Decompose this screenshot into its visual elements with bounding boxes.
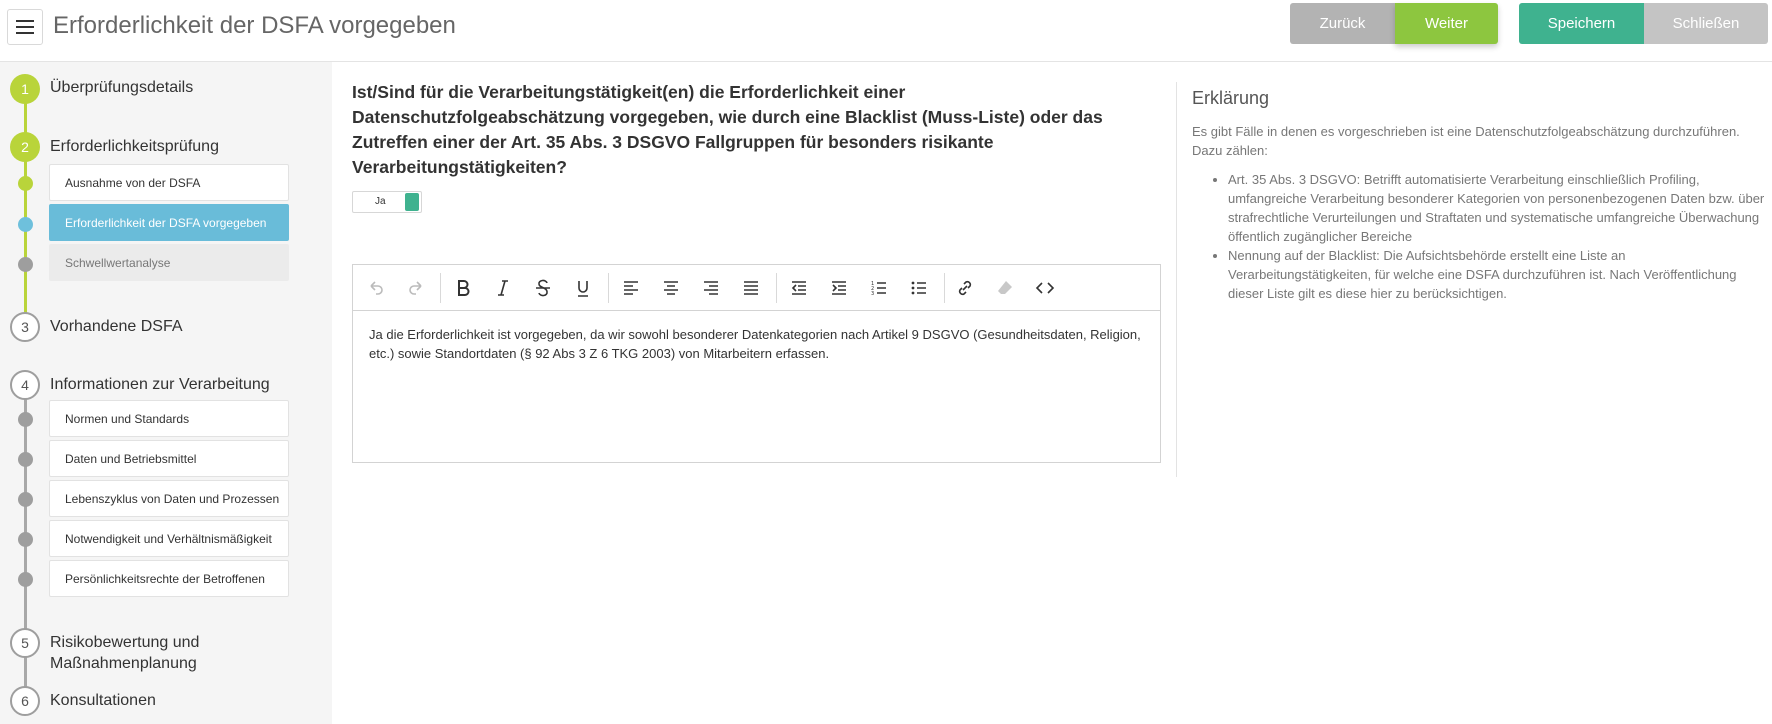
substep-dot [18,492,33,507]
hamburger-menu-button[interactable] [7,9,43,45]
step-6-number: 6 [10,686,40,716]
panel-divider [1176,82,1177,477]
substep-dot [18,257,33,272]
header-bar: Erforderlichkeit der DSFA vorgegeben Zur… [0,0,1772,62]
toolbar-separator [776,273,777,303]
align-center-button[interactable] [656,273,686,303]
step-4-number: 4 [10,370,40,400]
link-button[interactable] [950,273,980,303]
toolbar-separator [440,273,441,303]
bullet-list-button[interactable] [904,273,934,303]
back-button[interactable]: Zurück [1290,3,1395,44]
strikethrough-icon [536,279,550,297]
align-left-icon [624,281,638,295]
substep-dot [18,176,33,191]
step-2-label[interactable]: Erforderlichkeitsprüfung [50,138,219,156]
toolbar-separator [608,273,609,303]
yes-no-toggle[interactable]: Ja [352,191,422,213]
toolbar-separator [944,273,945,303]
explanation-item: Nennung auf der Blacklist: Die Aufsichts… [1228,246,1765,303]
underline-button[interactable] [568,273,598,303]
explanation-list: Art. 35 Abs. 3 DSGVO: Betrifft automatis… [1210,170,1765,303]
question-text: Ist/Sind für die Verarbeitungstätigkeit(… [352,82,1103,177]
substep-dot [18,412,33,427]
toggle-knob[interactable] [405,193,419,211]
justify-button[interactable] [736,273,766,303]
link-icon [958,280,972,296]
save-button[interactable]: Speichern [1519,3,1644,44]
ordered-list-icon: 123 [871,281,886,297]
redo-icon [409,281,422,295]
outdent-button[interactable] [784,273,814,303]
step-1-label[interactable]: Überprüfungsdetails [50,79,193,97]
page-title: Erforderlichkeit der DSFA vorgegeben [53,12,456,39]
substep-notwendigkeit[interactable]: Notwendigkeit und Verhältnismäßigkeit [49,520,289,557]
substep-dot [18,532,33,547]
hamburger-icon [16,20,34,34]
italic-button[interactable] [488,273,518,303]
italic-icon [498,280,508,296]
substep-lebenszyklus[interactable]: Lebenszyklus von Daten und Prozessen [49,480,289,517]
code-view-button[interactable] [1030,273,1060,303]
explanation-intro: Es gibt Fälle in denen es vorgeschrieben… [1192,124,1740,158]
explanation-title: Erklärung [1192,88,1270,108]
bold-button[interactable] [448,273,478,303]
underline-icon [578,281,588,297]
bullet-list-icon [911,281,926,295]
strikethrough-button[interactable] [528,273,558,303]
indent-icon [832,281,846,295]
substep-dot [18,217,33,232]
step-5-number: 5 [10,628,40,658]
substep-daten[interactable]: Daten und Betriebsmittel [49,440,289,477]
clear-format-button[interactable] [990,273,1020,303]
indent-button[interactable] [824,273,854,303]
code-icon [1035,282,1055,294]
next-button[interactable]: Weiter [1395,3,1498,44]
svg-text:3: 3 [871,291,874,297]
rich-text-editor: 123 Ja die Erforderlichkeit ist vorgegeb… [352,264,1161,463]
undo-button[interactable] [361,273,391,303]
substep-dot [18,452,33,467]
step-1-number: 1 [10,74,40,104]
substep-persoenlichkeitsrechte[interactable]: Persönlichkeitsrechte der Betroffenen [49,560,289,597]
step-5-label[interactable]: Risikobewertung und Maßnahmenplanung [50,632,230,674]
align-center-icon [664,281,678,295]
editor-content[interactable]: Ja die Erforderlichkeit ist vorgegeben, … [369,325,1149,363]
align-left-button[interactable] [616,273,646,303]
wizard-sidebar: 1 Überprüfungsdetails 2 Erforderlichkeit… [0,62,332,724]
substep-dot [18,572,33,587]
step-2-number: 2 [10,132,40,162]
substep-erforderlichkeit-vorgegeben[interactable]: Erforderlichkeit der DSFA vorgegeben [49,204,289,241]
close-button[interactable]: Schließen [1644,3,1768,44]
outdent-icon [791,281,806,295]
substep-ausnahme[interactable]: Ausnahme von der DSFA [49,164,289,201]
ordered-list-button[interactable]: 123 [864,273,894,303]
align-right-button[interactable] [696,273,726,303]
step-4-label[interactable]: Informationen zur Verarbeitung [50,376,270,394]
justify-icon [744,281,758,295]
step-3-label[interactable]: Vorhandene DSFA [50,318,183,336]
substep-schwellwertanalyse[interactable]: Schwellwertanalyse [49,244,289,281]
editor-toolbar: 123 [353,265,1160,311]
explanation-item: Art. 35 Abs. 3 DSGVO: Betrifft automatis… [1228,170,1765,246]
progress-rail-pending [24,397,27,707]
progress-rail-completed [24,92,27,337]
eraser-icon [998,281,1012,294]
bold-icon [458,280,470,296]
redo-button[interactable] [401,273,431,303]
step-6-label[interactable]: Konsultationen [50,692,156,710]
align-right-icon [704,281,718,295]
substep-normen[interactable]: Normen und Standards [49,400,289,437]
step-3-number: 3 [10,312,40,342]
toggle-label: Ja [375,196,386,207]
undo-icon [370,281,383,295]
